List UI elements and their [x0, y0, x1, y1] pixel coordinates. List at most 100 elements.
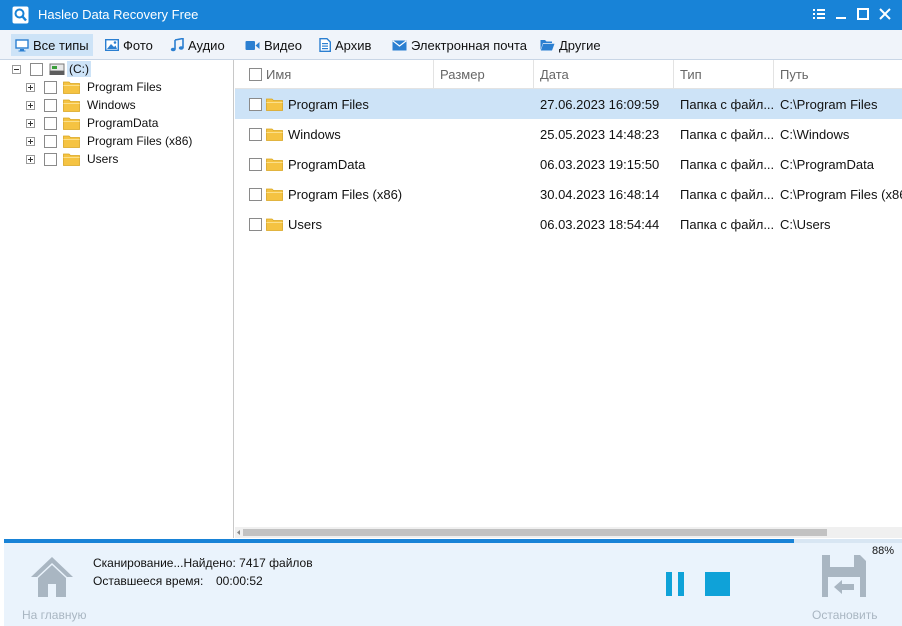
folder-tree-panel: (C:) Program Files Windows ProgramData P… — [4, 60, 234, 538]
category-label: Все типы — [33, 37, 89, 53]
folder-icon — [266, 218, 283, 231]
archive-document-icon — [319, 38, 331, 52]
category-video[interactable]: Видео — [241, 34, 306, 56]
path-cell: C:\Users — [780, 216, 831, 232]
tree-item-label: Program Files — [87, 80, 162, 94]
column-header-label: Путь — [780, 67, 809, 82]
column-header-size[interactable]: Размер — [434, 60, 534, 89]
category-all-types[interactable]: Все типы — [11, 34, 93, 56]
scrollbar-thumb[interactable] — [243, 529, 827, 536]
folder-icon — [63, 81, 80, 94]
file-name: ProgramData — [288, 156, 366, 172]
tree-item[interactable]: Users — [26, 150, 120, 168]
monitor-icon — [15, 38, 29, 51]
video-camera-icon — [245, 40, 260, 50]
table-row[interactable]: Program Files (x86) 30.04.2023 16:48:14 … — [235, 179, 902, 209]
path-cell: C:\Program Files (x86 — [780, 186, 902, 202]
tree-root-drive[interactable]: (C:) — [12, 60, 91, 78]
scroll-left-icon[interactable] — [235, 527, 242, 538]
type-cell: Папка с файл... — [680, 96, 774, 112]
remaining-time-label: Оставшееся время: — [93, 574, 204, 588]
row-checkbox[interactable] — [249, 97, 262, 111]
expand-toggle-icon[interactable] — [26, 100, 35, 110]
row-checkbox[interactable] — [249, 127, 262, 141]
table-row[interactable]: Users 06.03.2023 18:54:44 Папка с файл..… — [235, 209, 902, 239]
tree-item[interactable]: ProgramData — [26, 114, 160, 132]
tree-item-checkbox[interactable] — [44, 98, 57, 112]
file-list-panel: Имя Размер Дата Тип Путь Program Files 2… — [235, 60, 902, 538]
category-toolbar: Все типы Фото Аудио Видео Архив Электрон… — [0, 30, 902, 60]
table-row[interactable]: Windows 25.05.2023 14:48:23 Папка с файл… — [235, 119, 902, 149]
minimize-icon[interactable] — [830, 4, 852, 24]
tree-root-checkbox[interactable] — [30, 62, 43, 76]
expand-toggle-icon[interactable] — [26, 118, 35, 128]
close-icon[interactable] — [874, 4, 896, 24]
table-row[interactable]: Program Files 27.06.2023 16:09:59 Папка … — [235, 89, 902, 119]
pause-icon[interactable] — [664, 572, 686, 596]
table-row[interactable]: ProgramData 06.03.2023 19:15:50 Папка с … — [235, 149, 902, 179]
expand-toggle-icon[interactable] — [26, 154, 35, 164]
category-photo[interactable]: Фото — [101, 34, 157, 56]
expand-toggle-icon[interactable] — [26, 82, 35, 92]
recover-button[interactable]: Остановить — [808, 551, 884, 625]
row-checkbox[interactable] — [249, 187, 262, 201]
date-cell: 25.05.2023 14:48:23 — [540, 126, 660, 142]
column-header-date[interactable]: Дата — [534, 60, 674, 89]
size-cell — [440, 119, 534, 149]
name-cell: Windows — [249, 119, 434, 149]
date-cell: 06.03.2023 19:15:50 — [540, 156, 660, 172]
collapse-toggle-icon[interactable] — [12, 64, 21, 74]
column-header-path[interactable]: Путь — [774, 60, 902, 89]
folder-icon — [63, 153, 80, 166]
list-header: Имя Размер Дата Тип Путь — [235, 60, 902, 89]
photo-icon — [105, 39, 119, 51]
tree-item-checkbox[interactable] — [44, 152, 57, 166]
music-note-icon — [170, 38, 184, 52]
stop-button-label: Остановить — [812, 608, 878, 622]
folder-open-icon — [540, 40, 555, 51]
tree-item-checkbox[interactable] — [44, 116, 57, 130]
column-header-type[interactable]: Тип — [674, 60, 774, 89]
menu-icon[interactable] — [808, 4, 830, 24]
expand-toggle-icon[interactable] — [26, 136, 35, 146]
folder-icon — [266, 188, 283, 201]
recover-icon — [822, 555, 866, 597]
tree-item-label: Windows — [87, 98, 136, 112]
remaining-time-value: 00:00:52 — [216, 574, 263, 588]
size-cell — [440, 209, 534, 239]
path-cell: C:\Program Files — [780, 96, 878, 112]
folder-icon — [63, 135, 80, 148]
row-checkbox[interactable] — [249, 217, 262, 231]
folder-icon — [63, 99, 80, 112]
tree-item[interactable]: Windows — [26, 96, 138, 114]
path-cell: C:\ProgramData — [780, 156, 874, 172]
column-header-name[interactable]: Имя — [235, 60, 434, 89]
stop-scan-button[interactable] — [705, 572, 730, 596]
size-cell — [440, 149, 534, 179]
name-cell: Program Files — [249, 89, 434, 119]
app-logo-icon — [12, 6, 29, 24]
horizontal-scrollbar[interactable] — [235, 527, 902, 538]
tree-item[interactable]: Program Files — [26, 78, 164, 96]
category-archive[interactable]: Архив — [315, 34, 375, 56]
path-cell: C:\Windows — [780, 126, 850, 142]
window-title: Hasleo Data Recovery Free — [38, 7, 199, 22]
type-cell: Папка с файл... — [680, 126, 774, 142]
row-checkbox[interactable] — [249, 157, 262, 171]
category-audio[interactable]: Аудио — [166, 34, 229, 56]
select-all-checkbox[interactable] — [249, 68, 262, 81]
tree-item-checkbox[interactable] — [44, 80, 57, 94]
category-label: Архив — [335, 37, 372, 53]
category-other[interactable]: Другие — [536, 34, 605, 56]
date-cell: 06.03.2023 18:54:44 — [540, 216, 660, 232]
column-header-label: Имя — [266, 67, 292, 82]
tree-item[interactable]: Program Files (x86) — [26, 132, 194, 150]
size-cell — [440, 179, 534, 209]
maximize-icon[interactable] — [852, 4, 874, 24]
category-email[interactable]: Электронная почта — [388, 34, 531, 56]
home-button[interactable]: На главную — [22, 551, 86, 622]
folder-icon — [266, 98, 283, 111]
category-label: Фото — [123, 37, 153, 53]
tree-item-checkbox[interactable] — [44, 134, 57, 148]
type-cell: Папка с файл... — [680, 186, 774, 202]
